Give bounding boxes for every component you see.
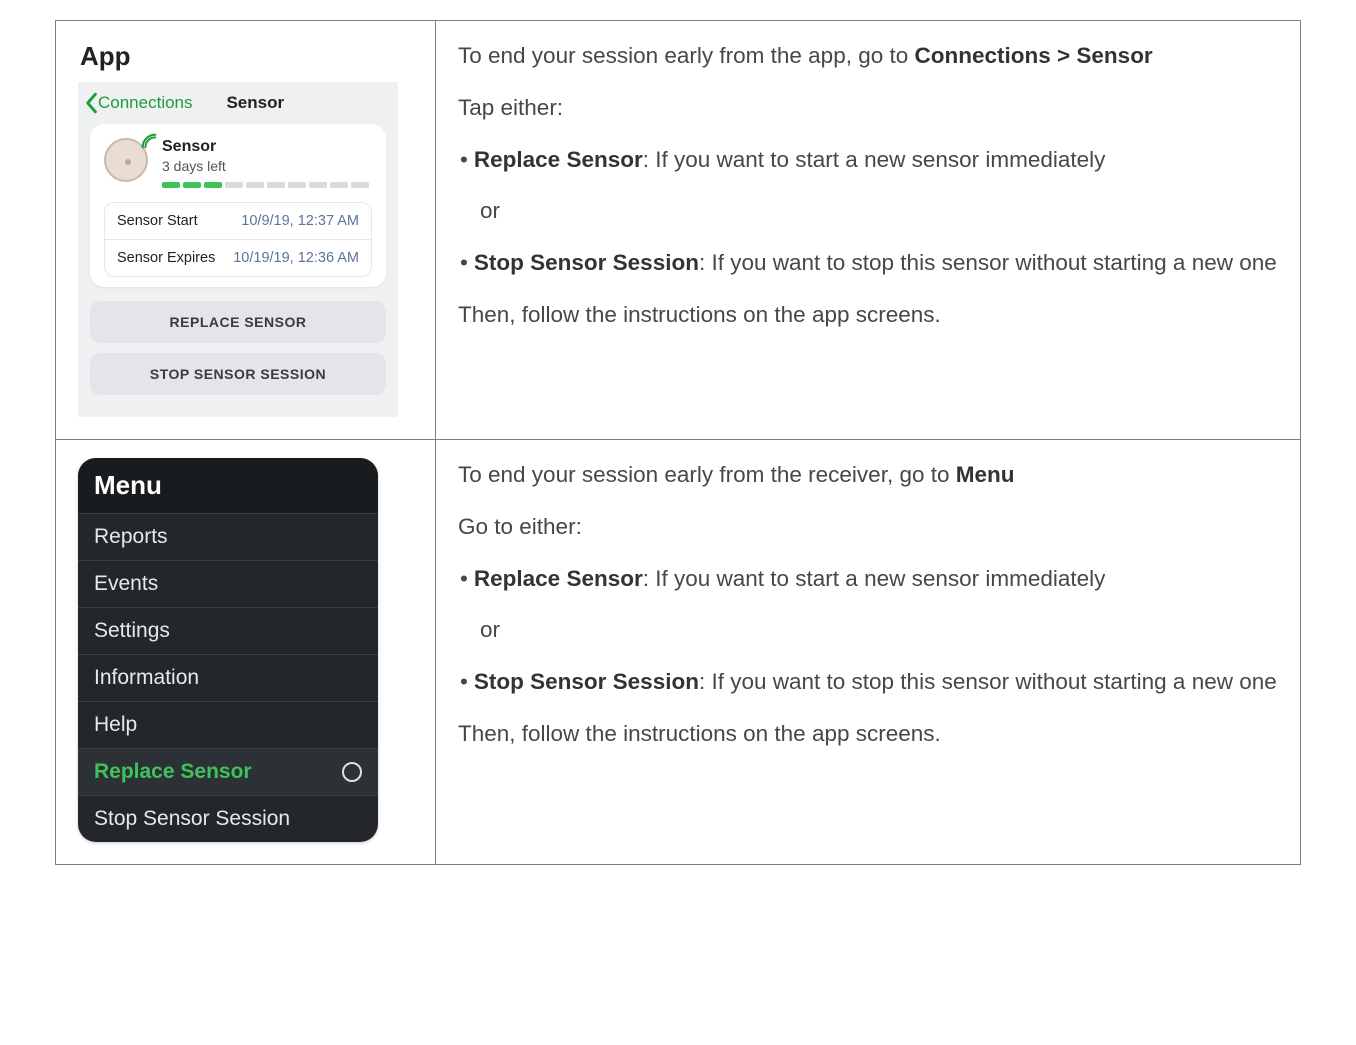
text: Then, follow the instructions on the app…	[458, 717, 1278, 751]
menu-item-stop-session[interactable]: Stop Sensor Session	[78, 795, 378, 842]
sensor-sub: 3 days left	[162, 158, 369, 174]
bullet: • Replace Sensor: If you want to start a…	[458, 562, 1278, 596]
menu-item-reports[interactable]: Reports	[78, 513, 378, 560]
text: Tap either:	[458, 91, 1278, 125]
sensor-kv-list: Sensor Start 10/9/19, 12:37 AM Sensor Ex…	[104, 202, 372, 277]
kv-value: 10/19/19, 12:36 AM	[233, 250, 359, 266]
text: : If you want to stop this sensor withou…	[699, 669, 1277, 694]
cell-rx-text: To end your session early from the recei…	[436, 440, 1301, 865]
text-bold: Replace Sensor	[474, 147, 643, 172]
text: : If you want to start a new sensor imme…	[643, 566, 1106, 591]
menu-title: Menu	[78, 458, 378, 513]
text-bold: Menu	[956, 462, 1015, 487]
doc-table: App Connections Sensor	[55, 20, 1301, 865]
text-bold: Replace Sensor	[474, 566, 643, 591]
menu-item-help[interactable]: Help	[78, 701, 378, 748]
text-bold: Stop Sensor Session	[474, 250, 699, 275]
app-navbar: Connections Sensor	[78, 82, 398, 124]
chevron-left-icon	[84, 92, 98, 114]
text: To end your session early from the app, …	[458, 43, 915, 68]
kv-label: Sensor Expires	[117, 250, 215, 266]
signal-icon	[140, 132, 158, 150]
text: Go to either:	[458, 510, 1278, 544]
menu-item-settings[interactable]: Settings	[78, 607, 378, 654]
back-label: Connections	[98, 93, 193, 113]
bullet: • Stop Sensor Session: If you want to st…	[458, 665, 1278, 699]
sensor-card: Sensor 3 days left	[90, 124, 386, 287]
cell-app-image: App Connections Sensor	[56, 21, 436, 440]
menu-item-information[interactable]: Information	[78, 654, 378, 701]
text: Then, follow the instructions on the app…	[458, 298, 1278, 332]
sensor-name: Sensor	[162, 138, 369, 156]
text: : If you want to stop this sensor withou…	[699, 250, 1277, 275]
bullet: • Stop Sensor Session: If you want to st…	[458, 246, 1278, 280]
receiver-menu: Menu Reports Events Settings Information…	[78, 458, 378, 842]
text-bold: Connections > Sensor	[915, 43, 1153, 68]
text: or	[458, 194, 1278, 228]
app-heading: App	[80, 41, 413, 72]
bullet: • Replace Sensor: If you want to start a…	[458, 143, 1278, 177]
cell-rx-image: Menu Reports Events Settings Information…	[56, 440, 436, 865]
cell-app-text: To end your session early from the app, …	[436, 21, 1301, 440]
radio-icon	[342, 762, 362, 782]
text: or	[458, 613, 1278, 647]
text-bold: Stop Sensor Session	[474, 669, 699, 694]
kv-row: Sensor Expires 10/19/19, 12:36 AM	[105, 239, 371, 276]
kv-value: 10/9/19, 12:37 AM	[241, 213, 359, 229]
menu-item-replace-sensor[interactable]: Replace Sensor	[78, 748, 378, 795]
sensor-progress	[162, 182, 369, 188]
replace-sensor-button[interactable]: REPLACE SENSOR	[90, 301, 386, 343]
menu-item-events[interactable]: Events	[78, 560, 378, 607]
kv-label: Sensor Start	[117, 213, 198, 229]
stop-session-button[interactable]: STOP SENSOR SESSION	[90, 353, 386, 395]
back-button[interactable]: Connections	[84, 92, 193, 114]
text: : If you want to start a new sensor imme…	[643, 147, 1106, 172]
text: To end your session early from the recei…	[458, 462, 956, 487]
app-mockup: Connections Sensor	[78, 82, 398, 417]
nav-title: Sensor	[183, 93, 328, 113]
kv-row: Sensor Start 10/9/19, 12:37 AM	[105, 203, 371, 239]
sensor-icon	[104, 138, 150, 184]
